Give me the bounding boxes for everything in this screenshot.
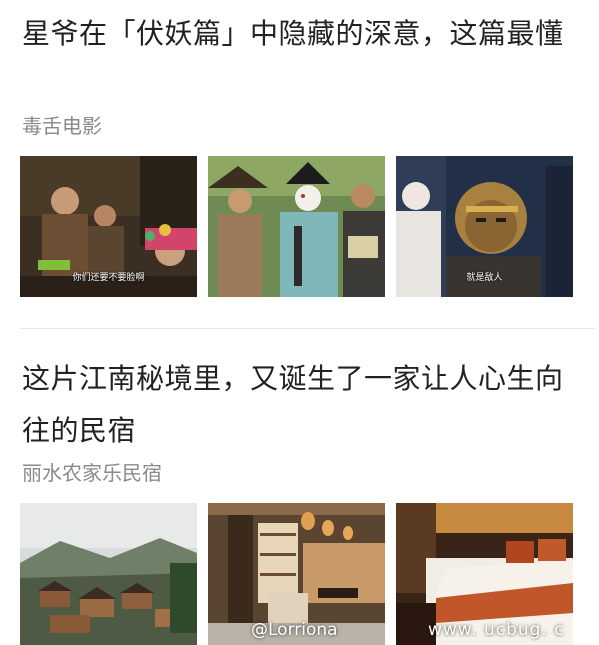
article-title[interactable]: 这片江南秘境里，又诞生了一家让人心生向往的民宿 [22,353,572,457]
thumbnail-image[interactable]: 就是敌人 [396,156,573,297]
thumbnail-image[interactable] [208,156,385,297]
article-title[interactable]: 星爷在「伏妖篇」中隐藏的深意，这篇最懂 [22,8,572,60]
thumbnail-image[interactable] [20,503,197,645]
thumbnail-caption: 你们还要不要脸啊 [72,273,145,283]
watermark-right: www. ucbug. c [428,620,565,640]
thumbnail-image[interactable]: 你们还要不要脸啊 [20,156,197,297]
article-source: 毒舌电影 [22,114,102,138]
thumbnail-caption: 就是敌人 [466,273,503,283]
thumbnail-row: 你们还要不要脸啊 就是敌人 [20,156,573,297]
article-source: 丽水农家乐民宿 [22,461,162,485]
feed-divider [20,328,595,329]
watermark-left: @Lorriona [251,620,338,640]
